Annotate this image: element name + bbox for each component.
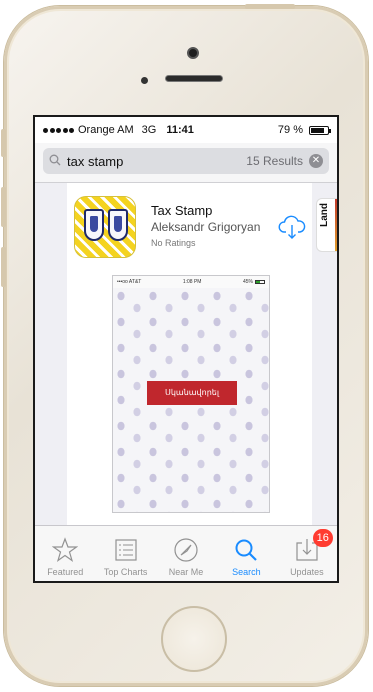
tab-near-me[interactable]: Near Me [156,526,216,581]
screenshot-status-bar: •••oo AT&T 1:08 PM 45% [113,276,269,288]
power-button [245,4,295,9]
clear-search-icon[interactable]: ✕ [309,154,323,168]
tab-updates[interactable]: Updates 16 [277,526,337,581]
status-bar: Orange AM 3G 11:41 79 % [35,117,337,143]
phone-screen: Orange AM 3G 11:41 79 % 15 Results ✕ Tax… [33,115,339,583]
battery-percent: 79 % [277,124,303,136]
status-time: 11:41 [166,124,194,136]
cloud-download-icon[interactable] [278,213,306,241]
tab-top-charts[interactable]: Top Charts [95,526,155,581]
search-icon [235,539,258,561]
tab-label: Updates [290,567,324,577]
shield-emblem-icon [108,209,128,241]
screenshot-scan-button: Սկանավորել [147,381,237,405]
next-card-label: Land [319,203,330,227]
app-icon[interactable] [74,196,136,258]
signal-strength-icon [43,127,74,133]
proximity-sensor [141,77,148,84]
app-rating: No Ratings [151,238,196,248]
mute-switch [1,129,6,157]
volume-down-button [1,247,6,287]
result-count: 15 Results [246,154,303,168]
screenshot-time: 1:08 PM [182,279,202,285]
next-result-card[interactable]: Land [316,198,337,252]
screenshot-carrier: •••oo AT&T [117,279,142,285]
star-icon [52,537,79,562]
earpiece-speaker [165,75,223,82]
list-icon [115,539,137,561]
tab-featured[interactable]: Featured [35,526,95,581]
tab-label: Near Me [168,567,204,577]
app-developer: Aleksandr Grigoryan [151,220,261,234]
search-field-container[interactable]: 15 Results ✕ [43,148,329,174]
tab-label: Featured [47,567,84,577]
screenshot-battery-icon [254,280,265,284]
search-results[interactable]: Tax Stamp Aleksandr Grigoryan No Ratings… [35,183,337,525]
updates-badge: 16 [312,529,333,547]
shield-emblem-icon [84,209,104,241]
app-name[interactable]: Tax Stamp [151,203,212,218]
tab-bar: Featured Top Charts Near Me Search Updat… [35,525,337,581]
app-screenshot[interactable]: •••oo AT&T 1:08 PM 45% Սկանավորել [112,275,270,513]
tab-label: Top Charts [103,567,148,577]
tab-search[interactable]: Search [216,526,276,581]
flag-image [335,199,337,251]
compass-icon [174,538,198,562]
app-result-card[interactable]: Tax Stamp Aleksandr Grigoryan No Ratings… [67,183,312,525]
search-input[interactable] [67,153,247,169]
home-button[interactable] [161,606,227,672]
screenshot-battery-percent: 45% [242,279,253,285]
carrier-name: Orange AM [78,124,134,136]
tab-label: Search [232,567,261,577]
volume-up-button [1,187,6,227]
search-icon [49,154,61,169]
network-type: 3G [141,124,157,136]
search-bar: 15 Results ✕ [35,143,337,183]
front-camera [187,47,199,59]
battery-icon [309,125,331,135]
